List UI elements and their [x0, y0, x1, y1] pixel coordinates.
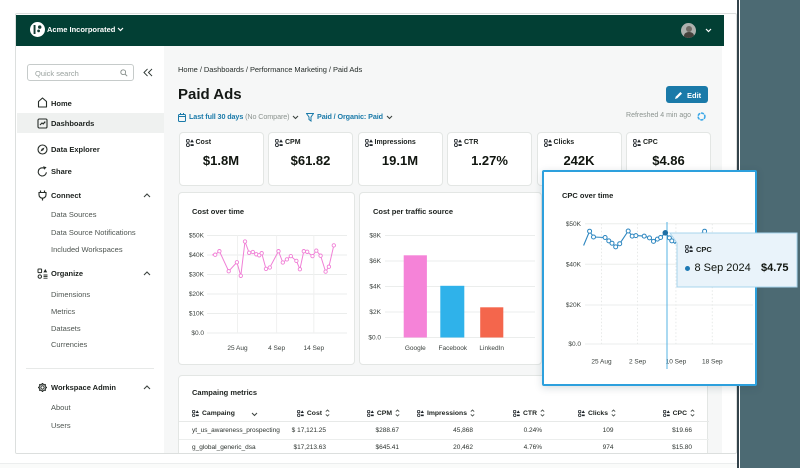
svg-text:$10K: $10K — [189, 311, 205, 318]
svg-text:$0.0: $0.0 — [191, 330, 204, 337]
svg-text:$30K: $30K — [189, 272, 205, 279]
svg-text:$20K: $20K — [189, 291, 205, 298]
svg-text:25 Aug: 25 Aug — [591, 359, 612, 366]
svg-text:$4K: $4K — [369, 284, 381, 291]
svg-text:$8K: $8K — [369, 233, 381, 240]
svg-text:$40K: $40K — [566, 262, 582, 269]
svg-text:14 Sep: 14 Sep — [303, 345, 324, 352]
svg-text:2 Sep: 2 Sep — [629, 359, 646, 366]
svg-text:$40K: $40K — [189, 252, 205, 259]
svg-text:$50K: $50K — [566, 221, 582, 228]
svg-text:$50K: $50K — [189, 233, 205, 240]
svg-text:4 Sep: 4 Sep — [268, 345, 285, 352]
svg-text:$0.0: $0.0 — [368, 335, 381, 342]
svg-text:$20K: $20K — [566, 302, 582, 309]
svg-text:$2K: $2K — [369, 309, 381, 316]
svg-text:Google: Google — [405, 345, 426, 352]
svg-text:18 Sep: 18 Sep — [702, 359, 723, 366]
svg-text:$6K: $6K — [369, 258, 381, 265]
svg-text:$0.0: $0.0 — [568, 341, 581, 348]
svg-text:25 Aug: 25 Aug — [227, 345, 248, 352]
svg-text:LinkedIn: LinkedIn — [479, 345, 504, 352]
svg-text:Facebook: Facebook — [439, 345, 468, 352]
svg-text:10 Sep: 10 Sep — [666, 359, 687, 366]
